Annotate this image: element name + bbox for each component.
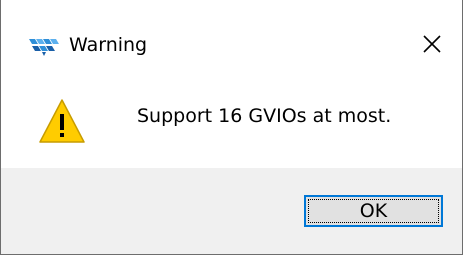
warning-icon xyxy=(39,99,85,143)
close-icon xyxy=(423,35,441,53)
close-button[interactable] xyxy=(414,26,450,62)
warning-dialog: Warning Support 16 GVIOs at most. OK xyxy=(0,0,463,255)
window-title: Warning xyxy=(69,34,148,56)
ok-button[interactable]: OK xyxy=(304,195,443,227)
warning-message: Support 16 GVIOs at most. xyxy=(137,105,392,127)
title-bar: Warning xyxy=(1,0,462,88)
gowin-logo-icon xyxy=(29,39,59,56)
button-bar: OK xyxy=(1,168,462,254)
ok-button-label: OK xyxy=(359,200,388,222)
message-area: Support 16 GVIOs at most. xyxy=(1,88,462,168)
